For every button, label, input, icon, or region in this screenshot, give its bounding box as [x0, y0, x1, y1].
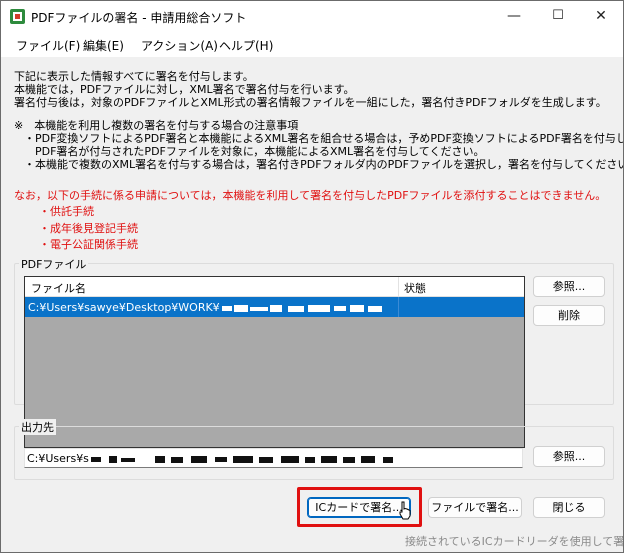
window-title: PDFファイルの署名 - 申請用総合ソフト [31, 11, 247, 25]
delete-button[interactable]: 削除 [533, 305, 605, 326]
output-path-field[interactable]: C:¥Users¥s [24, 448, 523, 468]
pdf-browse-button[interactable]: 参照... [533, 276, 605, 297]
notes-bullet-1: ・PDF変換ソフトによるPDF署名と本機能によるXML署名を組合せる場合は，予め… [24, 132, 624, 145]
pdf-file-list[interactable]: ファイル名 状態 C:¥Users¥sawye¥Desktop¥WORK¥ [24, 276, 525, 448]
column-divider[interactable] [398, 277, 399, 296]
notes-bullet-2: PDF署名が付与されたPDFファイルを対象に，本機能によるXML署名を付与してく… [24, 145, 485, 158]
notes-heading: ※ 本機能を利用し複数の署名を付与する場合の注意事項 [14, 119, 299, 132]
title-bar: PDFファイルの署名 - 申請用総合ソフト — ☐ ✕ [1, 1, 623, 31]
output-path-value: C:¥Users¥s [27, 452, 89, 465]
notes-bullet-3: ・本機能で複数のXML署名を付与する場合は，署名付きPDFフォルダ内のPDFファ… [24, 158, 624, 171]
intro-line-1: 下記に表示した情報すべてに署名を付与します。 [14, 70, 254, 83]
menu-bar: ファイル(F) 編集(E) アクション(A) ヘルプ(H) [1, 31, 623, 57]
pdf-group-label: PDFファイル [19, 256, 89, 272]
warning-item-2: ・成年後見登記手続 [39, 222, 138, 235]
menu-edit[interactable]: 編集(E) [83, 37, 124, 54]
hand-cursor-icon [399, 501, 411, 520]
menu-file[interactable]: ファイル(F) [16, 37, 80, 54]
column-status[interactable]: 状態 [404, 280, 426, 296]
app-icon [10, 9, 25, 24]
warning-item-1: ・供託手続 [39, 205, 94, 218]
warning-text: なお，以下の手続に係る申請については，本機能を利用して署名を付与したPDFファイ… [14, 189, 607, 202]
table-row[interactable]: C:¥Users¥sawye¥Desktop¥WORK¥ [25, 297, 524, 317]
main-window: PDFファイルの署名 - 申請用総合ソフト — ☐ ✕ ファイル(F) 編集(E… [0, 0, 624, 553]
row-column-divider [398, 297, 399, 317]
output-browse-button[interactable]: 参照... [533, 446, 605, 467]
file-sign-button[interactable]: ファイルで署名... [428, 497, 522, 518]
close-button[interactable]: 閉じる [533, 497, 605, 518]
list-header: ファイル名 状態 [25, 277, 524, 297]
intro-line-3: 署名付与後は，対象のPDFファイルとXML形式の署名情報ファイルを一組にした，署… [14, 96, 607, 109]
warning-item-3: ・電子公証関係手続 [39, 238, 138, 251]
menu-help[interactable]: ヘルプ(H) [219, 37, 273, 54]
maximize-button[interactable]: ☐ [536, 1, 580, 31]
row-filename: C:¥Users¥sawye¥Desktop¥WORK¥ [28, 301, 400, 314]
intro-line-2: 本機能では，PDFファイルに対し，XML署名で署名付与を行います。 [14, 83, 355, 96]
output-group-label: 出力先 [19, 419, 56, 435]
close-window-button[interactable]: ✕ [579, 1, 623, 31]
redacted-text [221, 304, 382, 312]
redacted-text [90, 455, 393, 463]
minimize-button[interactable]: — [492, 1, 536, 31]
menu-action[interactable]: アクション(A) [141, 37, 218, 54]
column-filename[interactable]: ファイル名 [31, 280, 86, 296]
status-tooltip: 接続されているICカードリーダを使用して署名を [405, 535, 624, 548]
